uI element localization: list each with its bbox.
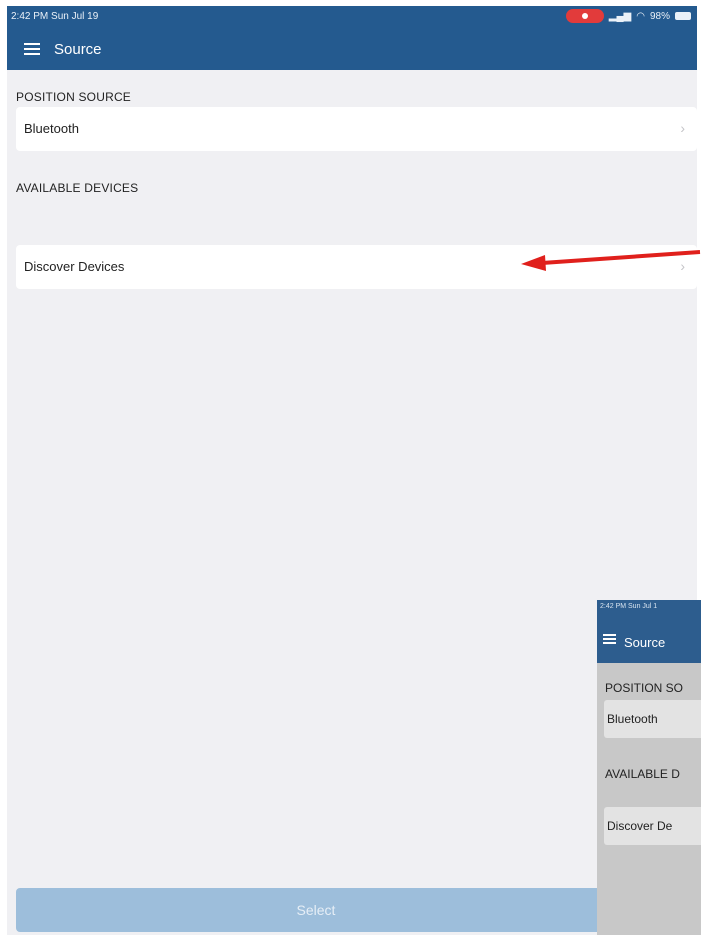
thumbnail-devices-header: AVAILABLE D xyxy=(605,767,680,781)
thumbnail-status-bar: 2:42 PM Sun Jul 1 xyxy=(597,600,701,614)
thumbnail-position-header: POSITION SO xyxy=(605,681,684,695)
thumbnail-title: Source xyxy=(624,635,666,650)
annotation-arrow xyxy=(521,250,701,271)
screenshot-thumbnail[interactable]: 2:42 PM Sun Jul 1 Source POSITION SO Blu… xyxy=(597,600,701,935)
thumbnail-time: 2:42 PM Sun Jul 1 xyxy=(600,603,658,610)
menu-icon xyxy=(603,634,616,644)
select-button[interactable]: Select xyxy=(16,888,616,932)
thumbnail-nav-bar: Source xyxy=(597,614,701,663)
thumbnail-discover-label: Discover De xyxy=(607,819,673,833)
thumbnail-discover-cell: Discover De xyxy=(604,807,701,845)
thumbnail-position-cell: Bluetooth xyxy=(604,700,701,738)
thumbnail-position-value: Bluetooth xyxy=(607,712,658,726)
